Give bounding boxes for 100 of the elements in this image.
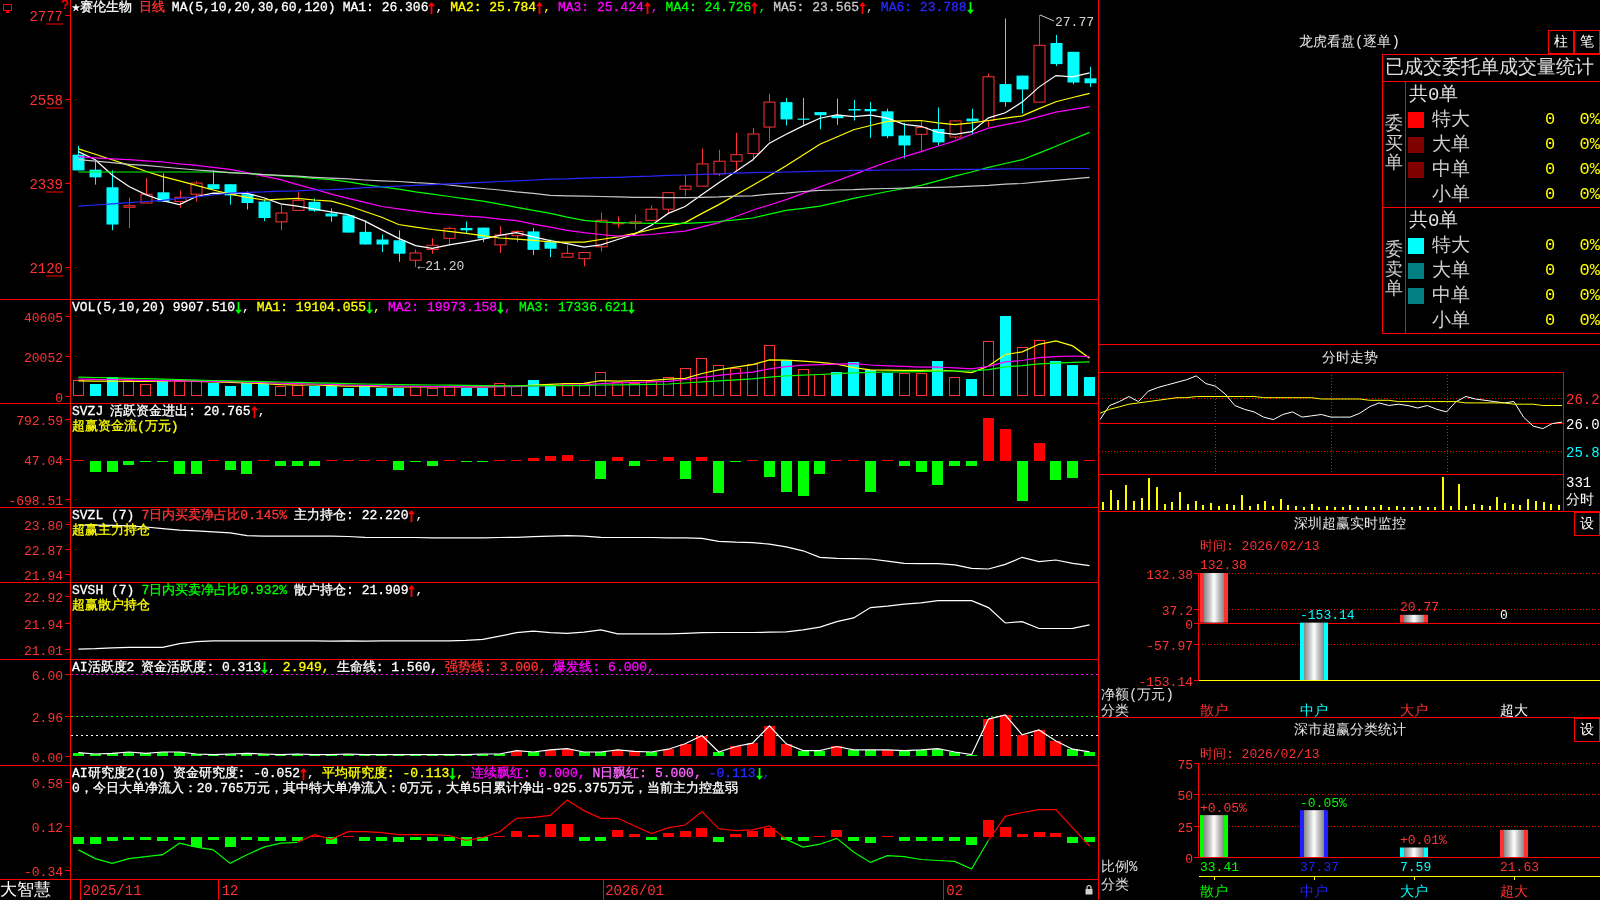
panel-title: 深圳超赢实时监控 — [1292, 514, 1407, 534]
axis-label: 37.2 — [1161, 603, 1193, 619]
panel-title: 分时走势 — [1321, 349, 1378, 368]
share-value: 0% — [1578, 309, 1600, 332]
total-label: 共0单 — [1409, 83, 1459, 106]
axis-label: 22.87 — [24, 543, 63, 559]
axis-label: 47.04 — [24, 453, 63, 469]
volume-label: 分时 — [1566, 492, 1594, 509]
value-label: 132.38 — [1200, 558, 1247, 573]
axis-label: 2339 — [29, 176, 63, 193]
indicator-text: SVZJ — [72, 404, 104, 419]
time-label: 时间: 2026/02/13 — [1200, 539, 1320, 554]
share-value: 0% — [1578, 158, 1600, 181]
separator-text: , — [504, 300, 512, 315]
count-value: 0 — [1543, 133, 1557, 156]
indicator-text: MA(5,10,20,30,60,120) — [171, 0, 336, 15]
indicator-text: SVZL (7) — [72, 508, 135, 523]
indicator-text: 主力持仓: 22.220 — [294, 508, 409, 523]
indicator-text: 强势线: 3.000, — [445, 660, 547, 675]
separator-text: , — [307, 766, 315, 781]
axis-label: 26.2 — [1566, 391, 1600, 408]
separator-text: , — [866, 0, 874, 15]
indicator-text: 超赢资金流(万元) — [72, 419, 179, 434]
indicator-text: 7日内买卖净占比0.145% — [141, 508, 288, 523]
indicator-text: SVSH (7) — [72, 583, 135, 598]
separator-text: , — [415, 583, 424, 598]
indicator-text: 9907.510 — [172, 300, 236, 315]
indicator-text: 7日内买卖净占比0.932% — [141, 583, 288, 598]
axis-label: 792.59 — [16, 413, 63, 429]
axis-label: 20052 — [24, 350, 63, 366]
axis-label: 21.94 — [24, 568, 63, 582]
indicator-text: MA2: 25.784 — [450, 0, 537, 15]
order-size-label: 中单 — [1432, 284, 1471, 307]
share-value: 0% — [1578, 108, 1600, 131]
axis-label: -698.51 — [8, 493, 63, 507]
separator-text: , — [650, 0, 659, 15]
indicator-text: 活跃资金进出: 20.765 — [110, 404, 251, 419]
date-label: 02 — [946, 883, 964, 899]
order-size-label: 小单 — [1432, 183, 1471, 206]
indicator-text: 日线 — [138, 0, 165, 15]
indicator-text: AI研究度2(10) — [72, 766, 166, 781]
separator-text: , — [268, 660, 276, 675]
count-value: 0 — [1543, 284, 1557, 307]
category-label: 大户 — [1400, 884, 1428, 900]
count-value: 0 — [1543, 309, 1557, 332]
separator-text: , — [435, 0, 444, 15]
axis-label: 0.00 — [31, 750, 63, 765]
category-label: 超大 — [1500, 703, 1528, 717]
axis-label: 2120 — [29, 260, 63, 277]
indicator-text: 散户持仓: 21.909 — [294, 583, 409, 598]
indicator-text: MA3: 25.424 — [557, 0, 644, 15]
panel-title: 龙虎看盘(逐单) — [1298, 32, 1401, 52]
order-size-label: 大单 — [1432, 133, 1471, 156]
separator-text: , — [456, 766, 465, 781]
indicator-text: 超赢散户持仓 — [72, 598, 150, 613]
separator-text: , — [543, 0, 551, 15]
value-label: 7.59 — [1400, 860, 1432, 875]
indicator-text: -0.113 — [708, 766, 756, 781]
volume-scale-label: 331 — [1566, 475, 1593, 492]
group-label: 委买单 — [1385, 114, 1403, 175]
brand-label: 大智慧 — [0, 880, 51, 900]
axis-label: 25.8 — [1566, 444, 1600, 461]
order-size-label: 特大 — [1432, 234, 1471, 257]
value-label: -153.14 — [1300, 607, 1355, 623]
category-label: 散户 — [1200, 703, 1228, 717]
indicator-text: MA5: 23.565 — [773, 0, 860, 15]
indicator-text: 平均研究度: -0.113 — [321, 766, 450, 781]
axis-label: 0 — [1185, 851, 1193, 867]
indicator-text: 超赢主力持仓 — [72, 523, 150, 538]
share-value: 0% — [1578, 183, 1600, 206]
separator-text: , — [762, 766, 771, 781]
separator-text: , — [758, 0, 767, 15]
separator-text: , — [242, 300, 250, 315]
date-label: 12 — [221, 883, 239, 899]
indicator-text: 生命线: 1.560, — [336, 660, 439, 675]
axis-label: 40605 — [24, 310, 63, 326]
axis-title: 分类 — [1101, 877, 1129, 893]
date-label: 2026/01 — [605, 883, 664, 899]
order-size-label: 特大 — [1432, 108, 1471, 131]
value-label: 20.77 — [1400, 599, 1439, 615]
axis-label: 2558 — [29, 92, 63, 109]
indicator-text: MA6: 23.788 — [880, 0, 967, 15]
order-size-label: 小单 — [1432, 309, 1471, 332]
share-value: 0% — [1578, 133, 1600, 156]
change-label: +0.05% — [1200, 801, 1247, 817]
axis-label: 22.92 — [24, 590, 63, 606]
value-label: 21.63 — [1500, 860, 1539, 875]
count-value: 0 — [1543, 259, 1557, 282]
indicator-text: 资金活跃度: 0.313 — [141, 660, 261, 675]
indicator-text: AI活跃度2 — [72, 660, 135, 675]
panel-title: 深市超赢分类统计 — [1292, 720, 1407, 740]
axis-label: 23.80 — [24, 518, 63, 534]
axis-label: 21.01 — [24, 643, 63, 659]
share-value: 0% — [1578, 234, 1600, 257]
count-value: 0 — [1543, 234, 1557, 257]
separator-text: , — [373, 300, 381, 315]
axis-label: 2.96 — [31, 710, 63, 726]
order-size-label: 大单 — [1432, 259, 1471, 282]
axis-label: -57.97 — [1146, 638, 1193, 654]
axis-label: 132.38 — [1146, 567, 1193, 583]
